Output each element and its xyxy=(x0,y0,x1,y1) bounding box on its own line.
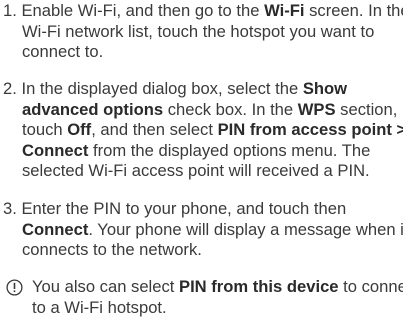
text-run: Enter the PIN to your phone, and touch t… xyxy=(21,199,347,218)
step-number: 2. xyxy=(3,79,17,98)
note-text: You also can select PIN from this device… xyxy=(3,277,403,319)
text-run: , and then select xyxy=(91,120,218,139)
bold-term: WPS xyxy=(297,99,336,119)
bold-term: PIN from this device xyxy=(179,277,339,296)
bold-term: Wi-Fi xyxy=(264,1,305,20)
bold-term: Off xyxy=(67,120,92,139)
step-number: 1. xyxy=(3,1,17,20)
step-line: 2. In the displayed dialog box, select t… xyxy=(3,79,401,100)
step-line: connects to the network. xyxy=(3,240,401,261)
step-text: Enter the PIN to your phone, and touch t… xyxy=(21,199,346,218)
instruction-page: 1. Enable Wi-Fi, and then go to the Wi-F… xyxy=(0,0,403,330)
text-run: selected Wi-Fi access point will receive… xyxy=(22,161,370,180)
text-run: touch xyxy=(22,120,68,139)
bold-term: PIN from access point > xyxy=(217,120,403,139)
note-line: You also can select PIN from this device… xyxy=(3,277,403,298)
note-line: to a Wi-Fi hotspot. xyxy=(3,298,401,319)
info-icon xyxy=(6,279,23,296)
text-run: screen. In the xyxy=(304,1,403,20)
text-run: connect to. xyxy=(22,42,104,61)
step-number: 3. xyxy=(3,199,17,218)
text-run: connects to the network. xyxy=(22,240,202,259)
step-line: touch Off, and then select PIN from acce… xyxy=(3,120,403,141)
step-line: advanced options check box. In the WPS s… xyxy=(3,100,401,121)
bold-term: Connect xyxy=(22,140,89,160)
step-line: Connect from the displayed options menu.… xyxy=(3,141,401,162)
step-line: selected Wi-Fi access point will receive… xyxy=(3,161,401,182)
text-run: from the displayed options menu. The xyxy=(88,140,371,160)
step-3: 3. Enter the PIN to your phone, and touc… xyxy=(3,199,403,261)
step-line: Wi-Fi network list, touch the hotspot yo… xyxy=(3,22,401,43)
bold-term: advanced options xyxy=(22,99,164,119)
text-run: In the displayed dialog box, select the xyxy=(21,79,303,98)
text-run: section, xyxy=(335,99,398,119)
step-line: 1. Enable Wi-Fi, and then go to the Wi-F… xyxy=(3,1,403,22)
step-line: Connect. Your phone will display a messa… xyxy=(3,219,403,241)
text-run: check box. In the xyxy=(163,99,298,119)
step-text: In the displayed dialog box, select the … xyxy=(21,79,347,98)
text-run: Wi-Fi network list, touch the hotspot yo… xyxy=(22,21,375,41)
text-run: Enable Wi-Fi, and then go to the xyxy=(21,1,265,20)
text-run: to connect xyxy=(343,277,403,296)
step-line: connect to. xyxy=(3,42,401,63)
text-run: . Your phone will display a message when… xyxy=(88,219,403,239)
step-2: 2. In the displayed dialog box, select t… xyxy=(3,79,403,182)
step-text: Enable Wi-Fi, and then go to the Wi-Fi s… xyxy=(21,1,403,20)
text-run: You also can select xyxy=(32,277,179,296)
step-line: 3. Enter the PIN to your phone, and touc… xyxy=(3,199,401,220)
bold-term: Show xyxy=(302,79,348,98)
note: You also can select PIN from this device… xyxy=(3,277,403,319)
step-1: 1. Enable Wi-Fi, and then go to the Wi-F… xyxy=(3,1,403,63)
bold-term: Connect xyxy=(22,219,89,239)
text-run: to a Wi-Fi hotspot. xyxy=(32,297,167,317)
